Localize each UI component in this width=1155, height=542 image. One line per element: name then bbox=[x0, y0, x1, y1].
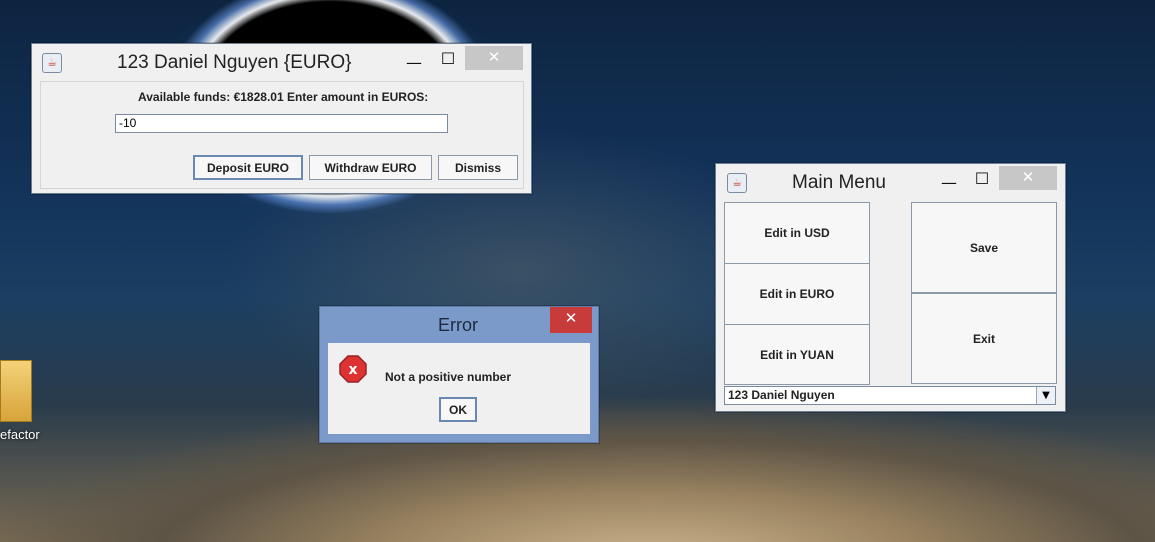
euro-content-panel: Available funds: €1828.01 Enter amount i… bbox=[40, 81, 524, 189]
euro-window-titlebar[interactable]: ☕ 123 Daniel Nguyen {EURO} — ☐ ✕ bbox=[32, 44, 531, 80]
account-select[interactable]: 123 Daniel Nguyen ▼ bbox=[724, 386, 1056, 405]
close-icon[interactable]: ✕ bbox=[999, 166, 1057, 190]
desktop-folder-icon[interactable] bbox=[0, 360, 32, 422]
error-dialog-title: Error bbox=[438, 315, 478, 335]
error-message: Not a positive number bbox=[385, 370, 512, 384]
edit-euro-button[interactable]: Edit in EURO bbox=[724, 263, 870, 325]
deposit-euro-button[interactable]: Deposit EURO bbox=[193, 155, 303, 180]
minimize-icon[interactable]: — bbox=[935, 174, 963, 192]
euro-window-title: 123 Daniel Nguyen {EURO} bbox=[117, 52, 352, 73]
java-icon: ☕ bbox=[42, 53, 62, 73]
chevron-down-icon[interactable]: ▼ bbox=[1036, 387, 1055, 404]
error-dialog-body: x Not a positive number OK bbox=[328, 343, 590, 434]
main-menu-titlebar[interactable]: ☕ Main Menu — ☐ ✕ bbox=[716, 164, 1065, 200]
dismiss-button[interactable]: Dismiss bbox=[438, 155, 518, 180]
maximize-icon[interactable]: ☐ bbox=[434, 50, 462, 68]
main-menu-window: ☕ Main Menu — ☐ ✕ Edit in USD Edit in EU… bbox=[715, 163, 1066, 412]
edit-yuan-button[interactable]: Edit in YUAN bbox=[724, 324, 870, 385]
withdraw-euro-button[interactable]: Withdraw EURO bbox=[309, 155, 432, 180]
svg-text:x: x bbox=[348, 362, 357, 378]
error-icon: x bbox=[339, 355, 367, 383]
euro-window: ☕ 123 Daniel Nguyen {EURO} — ☐ ✕ Availab… bbox=[31, 43, 532, 194]
save-button[interactable]: Save bbox=[911, 202, 1057, 293]
main-menu-title: Main Menu bbox=[792, 172, 886, 193]
error-dialog-titlebar[interactable]: Error ✕ bbox=[320, 307, 598, 341]
error-dialog: Error ✕ x Not a positive number OK bbox=[319, 306, 599, 443]
ok-button[interactable]: OK bbox=[439, 397, 477, 422]
java-icon: ☕ bbox=[727, 173, 747, 193]
desktop-icon-label[interactable]: efactor bbox=[0, 427, 40, 442]
edit-usd-button[interactable]: Edit in USD bbox=[724, 202, 870, 264]
exit-button[interactable]: Exit bbox=[911, 293, 1057, 384]
close-icon[interactable]: ✕ bbox=[550, 307, 592, 333]
available-funds-label: Available funds: €1828.01 Enter amount i… bbox=[138, 90, 429, 104]
maximize-icon[interactable]: ☐ bbox=[968, 170, 996, 188]
close-icon[interactable]: ✕ bbox=[465, 46, 523, 70]
minimize-icon[interactable]: — bbox=[400, 54, 428, 72]
account-select-value: 123 Daniel Nguyen bbox=[728, 388, 835, 402]
amount-input[interactable]: -10 bbox=[115, 114, 448, 133]
